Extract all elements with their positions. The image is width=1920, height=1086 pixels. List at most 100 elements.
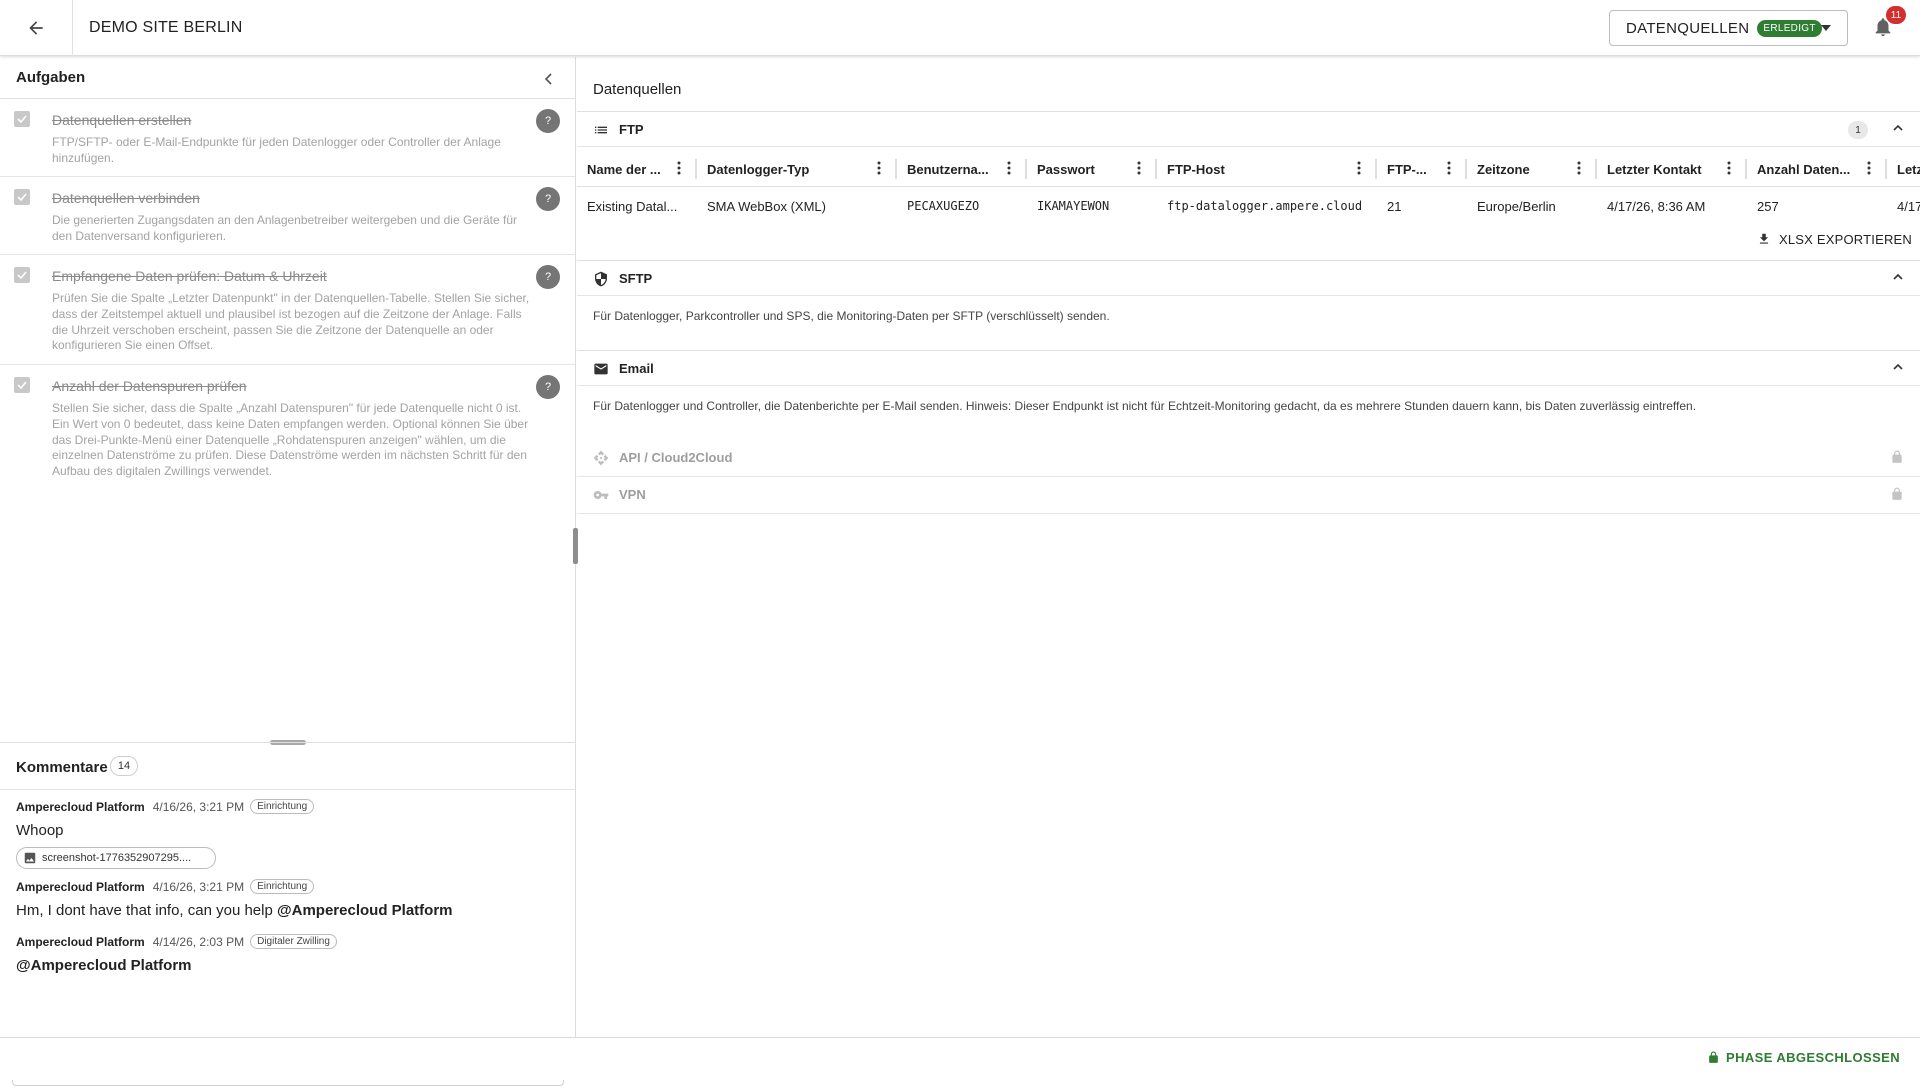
check-icon (17, 271, 27, 279)
more-vert-icon[interactable] (1867, 161, 1871, 175)
more-vert-icon[interactable] (877, 161, 881, 175)
help-button[interactable]: ? (536, 109, 560, 133)
column-label: Datenlogger-Typ (707, 161, 810, 177)
section-ftp-header[interactable]: FTP 1 (577, 111, 1920, 147)
task-checkbox[interactable] (14, 189, 30, 205)
help-button[interactable]: ? (536, 187, 560, 211)
section-email-header[interactable]: Email (577, 350, 1920, 386)
column-header[interactable]: Letzter Kontakt (1597, 151, 1747, 186)
comment-time: 4/14/26, 2:03 PM (152, 934, 245, 949)
task-item[interactable]: Anzahl der Datenspuren prüfen Stellen Si… (0, 365, 575, 495)
comment-mention[interactable]: @Amperecloud Platform (16, 957, 192, 974)
column-header[interactable]: Zeitzone (1467, 151, 1597, 186)
comment-item: Amperecloud Platform 4/14/26, 2:03 PM Di… (16, 934, 337, 974)
section-ftp-label: FTP (619, 122, 644, 137)
task-item[interactable]: Datenquellen verbinden Die generierten Z… (0, 177, 575, 255)
column-header[interactable]: Anzahl Daten... (1747, 151, 1887, 186)
xlsx-export-button[interactable]: XLSX EXPORTIEREN (1757, 227, 1912, 251)
lock-icon (1890, 487, 1904, 501)
attachment-name: screenshot-1776352907295.... (42, 852, 192, 864)
export-label: XLSX EXPORTIEREN (1779, 231, 1913, 247)
table-cell: Europe/Berlin (1477, 198, 1556, 214)
column-label: Name der ... (587, 161, 661, 177)
shield-icon (593, 271, 609, 287)
column-header[interactable]: Benutzerna... (897, 151, 1027, 186)
column-label: FTP-Host (1167, 161, 1225, 177)
tasks-header: Aufgaben (0, 57, 575, 99)
phase-status-badge: ERLEDIGT (1757, 19, 1822, 37)
left-panel: Aufgaben Datenquellen erstellen FTP/SFTP… (0, 57, 576, 1086)
phase-select[interactable]: DATENQUELLEN ERLEDIGT (1609, 10, 1848, 46)
column-header[interactable]: Passwort (1027, 151, 1157, 186)
comment-item: Amperecloud Platform 4/16/26, 3:21 PM Ei… (16, 879, 453, 919)
column-label: Zeitzone (1477, 161, 1530, 177)
comment-text-wrap: @Amperecloud Platform (16, 957, 337, 974)
comment-time: 4/16/26, 3:21 PM (152, 799, 245, 814)
lock-icon (1890, 450, 1904, 464)
column-header[interactable]: Letz (1887, 151, 1920, 186)
comment-tag: Digitaler Zwilling (250, 934, 337, 949)
more-vert-icon[interactable] (1577, 161, 1581, 175)
phase-label: DATENQUELLEN (1626, 19, 1750, 37)
table-cell: Existing Datal... (587, 198, 678, 214)
task-item[interactable]: Datenquellen erstellen FTP/SFTP- oder E-… (0, 99, 575, 177)
chevron-left-icon (544, 73, 552, 85)
task-checkbox[interactable] (14, 377, 30, 393)
back-button[interactable] (16, 10, 56, 46)
column-header[interactable]: FTP-... (1377, 151, 1467, 186)
column-header[interactable]: Datenlogger-Typ (697, 151, 897, 186)
section-email-label: Email (619, 361, 654, 376)
table-cell: SMA WebBox (XML) (707, 198, 826, 214)
section-sftp-label: SFTP (619, 271, 653, 286)
comment-mention[interactable]: @Amperecloud Platform (277, 902, 453, 919)
column-header[interactable]: FTP-Host (1157, 151, 1377, 186)
task-item[interactable]: Empfangene Daten prüfen: Datum & Uhrzeit… (0, 255, 575, 365)
app-header: DEMO SITE BERLIN DATENQUELLEN ERLEDIGT 1… (0, 0, 1920, 56)
datasources-title: Datenquellen (593, 81, 682, 98)
comment-attachment[interactable]: screenshot-1776352907295.... (16, 847, 216, 869)
table-cell: 257 (1757, 198, 1779, 214)
task-title: Anzahl der Datenspuren prüfen (52, 378, 247, 394)
email-description: Für Datenlogger und Controller, die Date… (593, 399, 1697, 413)
key-icon (593, 487, 609, 503)
more-vert-icon[interactable] (1727, 161, 1731, 175)
api-icon (593, 450, 609, 466)
more-vert-icon[interactable] (677, 161, 681, 175)
task-description: Die generierten Zugangsdaten an den Anla… (52, 213, 517, 243)
column-label: Benutzerna... (907, 161, 989, 177)
column-label: Letz (1897, 161, 1920, 177)
comment-author: Amperecloud Platform (16, 934, 145, 949)
list-icon (593, 122, 609, 138)
section-sftp-header[interactable]: SFTP (577, 260, 1920, 296)
section-api-label: API / Cloud2Cloud (619, 450, 733, 465)
section-vpn-label: VPN (619, 487, 646, 502)
column-label: Passwort (1037, 161, 1095, 177)
comments-count-badge: 14 (110, 756, 138, 776)
help-button[interactable]: ? (536, 265, 560, 289)
collapse-panel-button[interactable] (536, 69, 560, 89)
comments-title: Kommentare (16, 759, 108, 776)
caret-down-icon (1821, 25, 1831, 31)
task-title: Datenquellen verbinden (52, 190, 200, 206)
task-checkbox[interactable] (14, 267, 30, 283)
more-vert-icon[interactable] (1007, 161, 1011, 175)
table-cell: ftp-datalogger.ampere.cloud (1167, 199, 1363, 213)
more-vert-icon[interactable] (1447, 161, 1451, 175)
task-checkbox[interactable] (14, 111, 30, 127)
task-description: Prüfen Sie die Spalte „Letzter Datenpunk… (52, 291, 530, 353)
chevron-up-icon (1892, 271, 1904, 283)
check-icon (17, 381, 27, 389)
help-button[interactable]: ? (536, 375, 560, 399)
comment-text: Whoop (16, 822, 64, 839)
table-cell: PECAXUGEZO (907, 199, 980, 213)
comment-tag: Einrichtung (250, 799, 315, 814)
arrow-left-icon (29, 21, 43, 35)
phase-complete-button[interactable]: PHASE ABGESCHLOSSEN (1707, 1050, 1900, 1065)
chevron-up-icon (1892, 122, 1904, 134)
table-row[interactable]: Existing Datal... SMA WebBox (XML) PECAX… (577, 187, 1920, 225)
comment-text-wrap: Hm, I dont have that info, can you help … (16, 902, 453, 919)
more-vert-icon[interactable] (1357, 161, 1361, 175)
comment-author: Amperecloud Platform (16, 879, 145, 894)
more-vert-icon[interactable] (1137, 161, 1141, 175)
column-header[interactable]: Name der ... (577, 151, 697, 186)
